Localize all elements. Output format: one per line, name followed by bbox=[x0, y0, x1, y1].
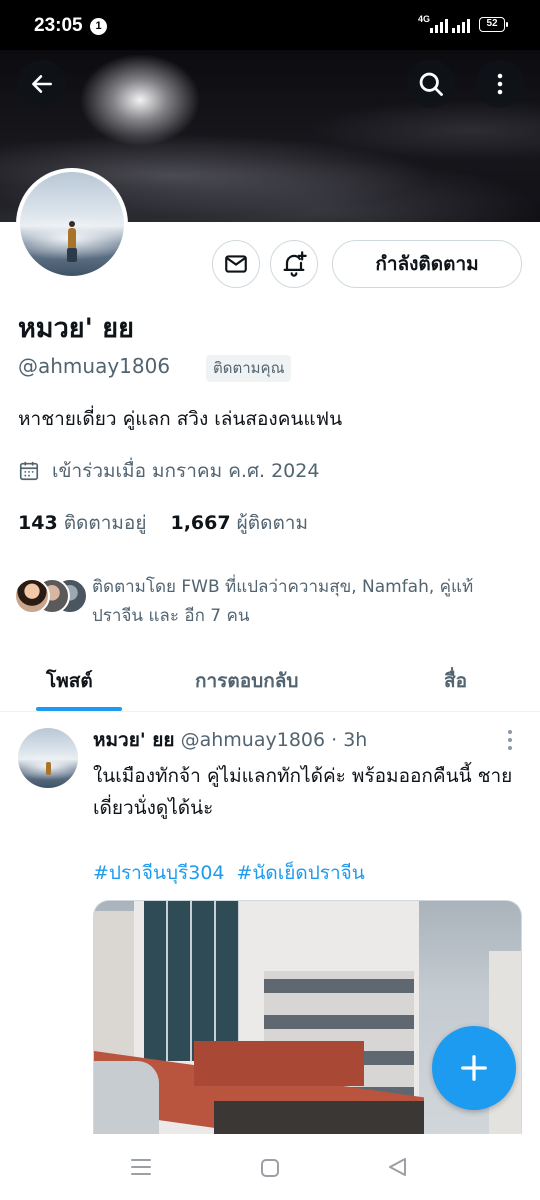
following-count: 143 bbox=[18, 512, 58, 534]
post-text: ในเมืองทักจ้า คู่ไม่แลกทักได้ค่ะ พร้อมออ… bbox=[93, 765, 513, 819]
notification-count-badge: 1 bbox=[90, 18, 107, 35]
notifications-subscribe-button[interactable] bbox=[270, 240, 318, 288]
more-vertical-icon bbox=[497, 73, 503, 95]
follows-you-badge: ติดตามคุณ bbox=[206, 355, 292, 382]
active-tab-indicator bbox=[36, 707, 122, 711]
plus-icon bbox=[461, 1055, 487, 1081]
search-icon bbox=[419, 72, 443, 96]
message-button[interactable] bbox=[212, 240, 260, 288]
profile-bio: หาชายเดี่ยว คู่แลก สวิง เล่นสองคนแฟน bbox=[18, 408, 343, 430]
followers-stat[interactable]: 1,667 ผู้ติดตาม bbox=[170, 508, 308, 538]
post-more-button[interactable] bbox=[500, 728, 520, 752]
post-hashtags: #ปราจีนบุรี304 #นัดเย็ดปราจีน bbox=[93, 858, 365, 888]
hashtag-link[interactable]: #นัดเย็ดปราจีน bbox=[237, 858, 365, 888]
avatar-image bbox=[20, 172, 124, 276]
mail-icon bbox=[225, 255, 247, 273]
profile-handle: @ahmuay1806 bbox=[18, 354, 171, 378]
tab-posts[interactable]: โพสต์ bbox=[46, 666, 93, 696]
calendar-icon bbox=[19, 461, 39, 481]
avatar bbox=[14, 578, 50, 614]
system-navigation-bar bbox=[0, 1134, 540, 1200]
post-author-avatar[interactable] bbox=[18, 728, 78, 788]
back-nav-icon[interactable] bbox=[386, 1156, 408, 1178]
followed-by-avatars[interactable] bbox=[14, 578, 88, 618]
status-time: 23:05 bbox=[34, 15, 83, 36]
post-meta: @ahmuay1806 · 3h bbox=[180, 729, 368, 751]
battery-icon: 52 bbox=[479, 17, 508, 32]
following-stat[interactable]: 143 ติดตามอยู่ bbox=[18, 508, 146, 538]
tab-replies[interactable]: การตอบกลับ bbox=[195, 666, 298, 696]
post-author-name[interactable]: หมวย' ยย bbox=[93, 729, 175, 751]
bell-plus-icon bbox=[283, 251, 307, 277]
search-button[interactable] bbox=[407, 60, 455, 108]
follow-stats: 143 ติดตามอยู่ 1,667 ผู้ติดตาม bbox=[18, 508, 308, 538]
tab-media[interactable]: สื่อ bbox=[444, 666, 467, 696]
followers-count: 1,667 bbox=[170, 512, 231, 534]
signal-strength-icon bbox=[452, 18, 470, 33]
following-button[interactable]: กำลังติดตาม bbox=[332, 240, 522, 288]
joined-date: เข้าร่วมเมื่อ มกราคม ค.ศ. 2024 bbox=[52, 460, 320, 482]
following-label: ติดตามอยู่ bbox=[63, 512, 147, 534]
followers-label: ผู้ติดตาม bbox=[236, 512, 308, 534]
profile-tabs: โพสต์ การตอบกลับ สื่อ bbox=[0, 652, 540, 712]
profile-avatar[interactable] bbox=[16, 168, 128, 280]
profile-name: หมวย' ยย bbox=[18, 313, 134, 344]
arrow-left-icon bbox=[32, 75, 52, 93]
status-bar: 23:05 1 4G 52 bbox=[0, 0, 540, 50]
more-options-button[interactable] bbox=[476, 60, 524, 108]
home-nav-icon[interactable] bbox=[260, 1158, 280, 1178]
post-header: หมวย' ยย @ahmuay1806 · 3h bbox=[93, 725, 367, 755]
recent-apps-icon[interactable] bbox=[130, 1158, 152, 1176]
followed-by-text[interactable]: ติดตามโดย FWB ที่แปลว่าความสุข, Namfah, … bbox=[92, 573, 522, 631]
hashtag-link[interactable]: #ปราจีนบุรี304 bbox=[93, 858, 225, 888]
compose-post-button[interactable] bbox=[432, 1026, 516, 1110]
network-type-label: 4G bbox=[418, 14, 431, 24]
mobile-signal-icon bbox=[430, 18, 448, 33]
back-button[interactable] bbox=[18, 60, 66, 108]
joined-date-row: เข้าร่วมเมื่อ มกราคม ค.ศ. 2024 bbox=[18, 456, 319, 486]
